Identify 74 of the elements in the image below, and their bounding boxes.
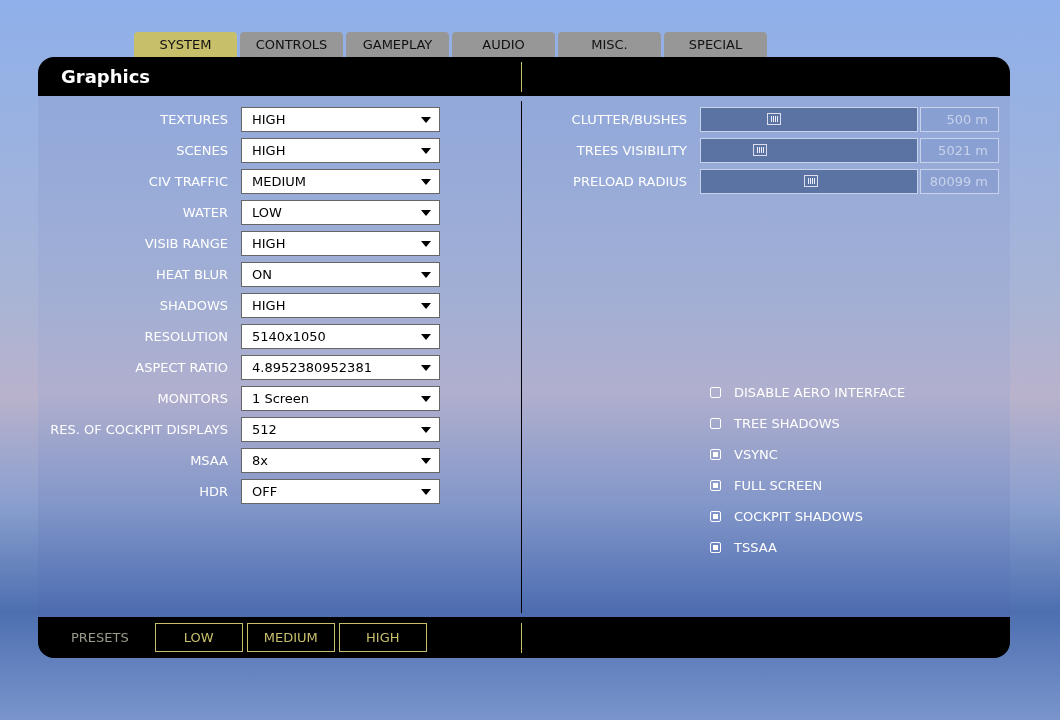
dropdown[interactable]: HIGH bbox=[241, 138, 440, 163]
caret-icon bbox=[421, 364, 431, 371]
slider-value: 500 m bbox=[920, 107, 999, 132]
checkbox[interactable] bbox=[710, 542, 721, 553]
slider-track[interactable] bbox=[700, 107, 918, 132]
dropdown[interactable]: LOW bbox=[241, 200, 440, 225]
caret-icon bbox=[421, 395, 431, 402]
dropdown[interactable]: HIGH bbox=[241, 231, 440, 256]
preset-button[interactable]: LOW bbox=[154, 623, 243, 652]
caret-icon bbox=[421, 147, 431, 154]
dropdown[interactable]: 5140x1050 bbox=[241, 324, 440, 349]
setting-label: WATER bbox=[181, 205, 229, 220]
checkbox-label: DISABLE AERO INTERFACE bbox=[734, 385, 906, 400]
slider-thumb[interactable] bbox=[804, 175, 819, 187]
checkbox-label: COCKPIT SHADOWS bbox=[734, 509, 863, 524]
checkbox-label: TREE SHADOWS bbox=[734, 416, 840, 431]
checkbox-label: TSSAA bbox=[734, 540, 777, 555]
slider-label: CLUTTER/BUSHES bbox=[570, 112, 688, 127]
presets-label: PRESETS bbox=[71, 630, 129, 645]
setting-label: ASPECT RATIO bbox=[134, 360, 229, 375]
dropdown[interactable]: OFF bbox=[241, 479, 440, 504]
caret-icon bbox=[421, 426, 431, 433]
slider-track[interactable] bbox=[700, 138, 918, 163]
preset-button[interactable]: HIGH bbox=[338, 623, 427, 652]
tab[interactable]: SPECIAL bbox=[664, 32, 767, 57]
slider-thumb[interactable] bbox=[767, 113, 782, 125]
preset-button[interactable]: MEDIUM bbox=[246, 623, 335, 652]
tab[interactable]: CONTROLS bbox=[240, 32, 343, 57]
dropdown[interactable]: HIGH bbox=[241, 293, 440, 318]
checkbox[interactable] bbox=[710, 418, 721, 429]
caret-icon bbox=[421, 302, 431, 309]
dropdown[interactable]: 1 Screen bbox=[241, 386, 440, 411]
setting-label: VISIB RANGE bbox=[143, 236, 229, 251]
setting-label: HEAT BLUR bbox=[155, 267, 229, 282]
checkbox[interactable] bbox=[710, 387, 721, 398]
setting-label: SCENES bbox=[175, 143, 229, 158]
checkbox[interactable] bbox=[710, 511, 721, 522]
setting-label: RESOLUTION bbox=[143, 329, 229, 344]
setting-label: MONITORS bbox=[156, 391, 229, 406]
caret-icon bbox=[421, 271, 431, 278]
caret-icon bbox=[421, 178, 431, 185]
slider-track[interactable] bbox=[700, 169, 918, 194]
slider-value: 5021 m bbox=[920, 138, 999, 163]
setting-label: TEXTURES bbox=[159, 112, 229, 127]
setting-label: HDR bbox=[198, 484, 229, 499]
tab[interactable]: AUDIO bbox=[452, 32, 555, 57]
checkbox[interactable] bbox=[710, 480, 721, 491]
tab[interactable]: SYSTEM bbox=[134, 32, 237, 57]
tab[interactable]: MISC. bbox=[558, 32, 661, 57]
setting-label: CIV TRAFFIC bbox=[147, 174, 229, 189]
dropdown[interactable]: MEDIUM bbox=[241, 169, 440, 194]
dropdown[interactable]: ON bbox=[241, 262, 440, 287]
caret-icon bbox=[421, 209, 431, 216]
panel-title: Graphics bbox=[61, 66, 151, 87]
caret-icon bbox=[421, 116, 431, 123]
slider-value: 80099 m bbox=[920, 169, 999, 194]
dropdown[interactable]: 8x bbox=[241, 448, 440, 473]
dropdown[interactable]: HIGH bbox=[241, 107, 440, 132]
slider-label: TREES VISIBILITY bbox=[575, 143, 688, 158]
tab[interactable]: GAMEPLAY bbox=[346, 32, 449, 57]
caret-icon bbox=[421, 457, 431, 464]
checkbox-label: VSYNC bbox=[734, 447, 778, 462]
slider-thumb[interactable] bbox=[753, 144, 768, 156]
setting-label: RES. OF COCKPIT DISPLAYS bbox=[49, 422, 229, 437]
setting-label: MSAA bbox=[189, 453, 229, 468]
checkbox[interactable] bbox=[710, 449, 721, 460]
caret-icon bbox=[421, 240, 431, 247]
caret-icon bbox=[421, 333, 431, 340]
dropdown[interactable]: 4.8952380952381 bbox=[241, 355, 440, 380]
dropdown[interactable]: 512 bbox=[241, 417, 440, 442]
setting-label: SHADOWS bbox=[158, 298, 229, 313]
checkbox-label: FULL SCREEN bbox=[734, 478, 823, 493]
caret-icon bbox=[421, 488, 431, 495]
slider-label: PRELOAD RADIUS bbox=[572, 174, 688, 189]
